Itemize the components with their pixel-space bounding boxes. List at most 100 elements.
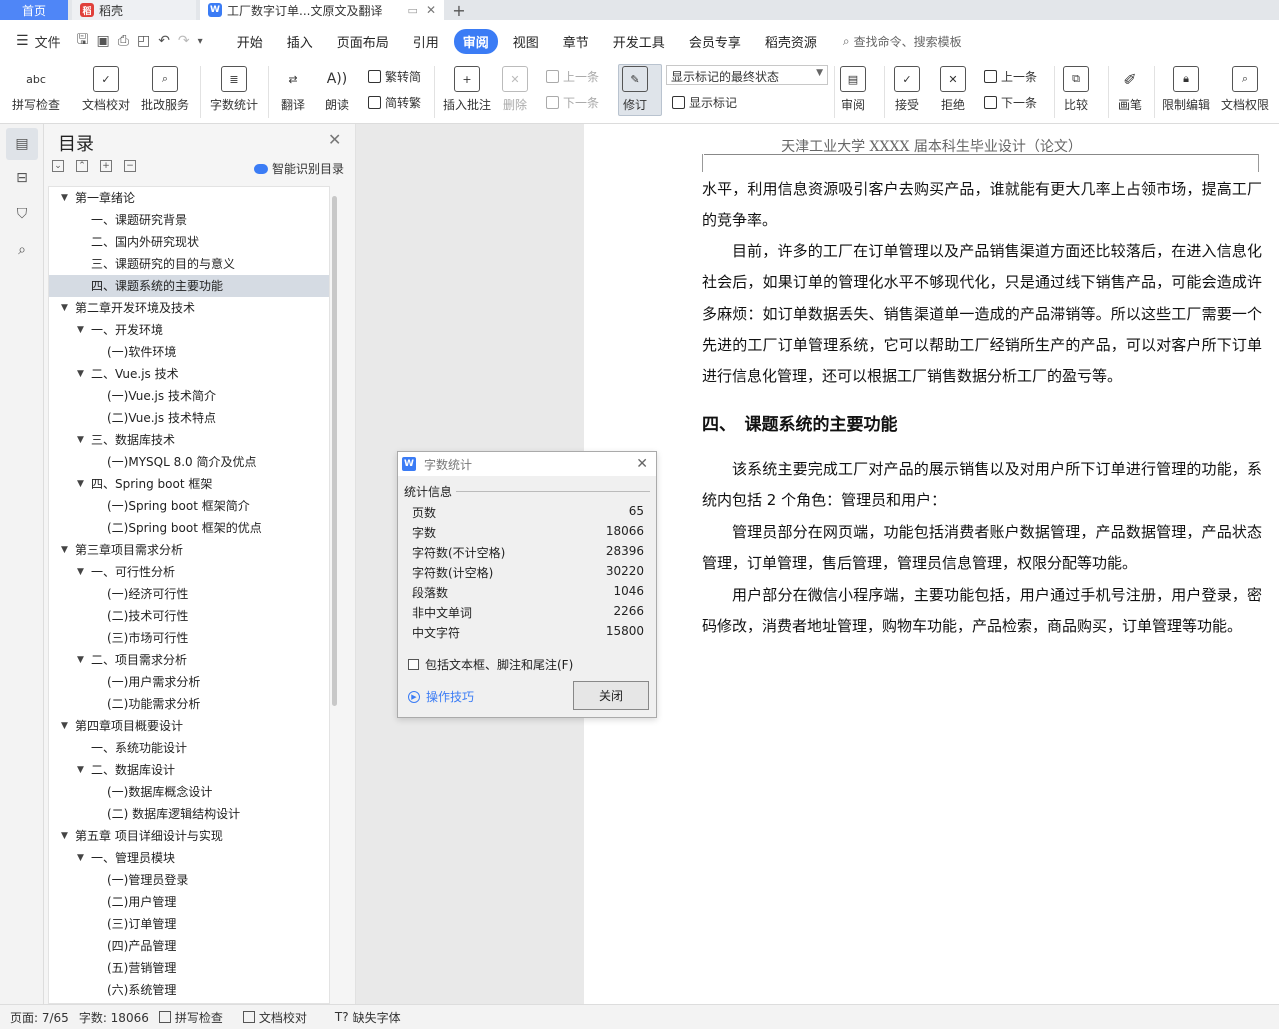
doc-check-button[interactable]: ✓ 文档校对	[82, 66, 130, 113]
toc-item[interactable]: ▼ 第三章项目需求分析	[49, 539, 329, 561]
doc-check-status[interactable]: 文档校对	[242, 1009, 307, 1026]
spell-check-button[interactable]: abc 拼写检查	[12, 66, 60, 113]
expand-all-icon[interactable]: +	[100, 160, 112, 172]
delete-comment-button[interactable]: ✕ 删除	[502, 66, 528, 113]
toc-item[interactable]: ▼ 第一章绪论	[49, 187, 329, 209]
prev-comment-button[interactable]: 上一条	[546, 68, 599, 85]
review-pane-button[interactable]: ▤ 审阅	[840, 66, 866, 113]
insert-comment-button[interactable]: + 插入批注	[443, 66, 491, 113]
close-icon[interactable]: ✕	[426, 3, 436, 17]
tab-document[interactable]: W 工厂数字订单...文原文及翻译 ▭ ✕	[200, 0, 444, 20]
chapter-nav-icon[interactable]: ⊟	[12, 168, 32, 188]
print-preview-icon[interactable]: ◰	[137, 33, 150, 49]
spell-check-status[interactable]: 拼写检查	[158, 1009, 223, 1026]
simp-to-trad-button[interactable]: 简转繁	[368, 94, 421, 111]
include-textbox-checkbox[interactable]: 包括文本框、脚注和尾注(F)	[408, 656, 573, 673]
menu-insert[interactable]: 插入	[278, 29, 322, 54]
chevron-down-icon[interactable]: ▼	[77, 561, 84, 583]
toc-item[interactable]: (二)技术可行性	[49, 605, 329, 627]
chevron-down-icon[interactable]: ▼	[77, 847, 84, 869]
collapse-all-icon[interactable]: −	[124, 160, 136, 172]
toc-item[interactable]: (四)产品管理	[49, 935, 329, 957]
menu-member[interactable]: 会员专享	[680, 29, 750, 54]
chevron-down-icon[interactable]: ▼	[61, 715, 68, 737]
chevron-down-icon[interactable]: ▼	[77, 649, 84, 671]
tips-link[interactable]: ▶ 操作技巧	[408, 688, 474, 705]
translate-button[interactable]: ⇄ 翻译	[280, 66, 306, 113]
menu-start[interactable]: 开始	[228, 29, 272, 54]
undo-icon[interactable]: ↶	[158, 33, 170, 49]
window-icon[interactable]: ▭	[408, 4, 418, 17]
show-marks-button[interactable]: 显示标记	[672, 94, 737, 111]
toc-item[interactable]: (六)系统管理	[49, 979, 329, 1001]
word-count-button[interactable]: ≣ 字数统计	[210, 66, 258, 113]
chevron-down-icon[interactable]: ▼	[61, 297, 68, 319]
toc-item[interactable]: ▼ 二、项目需求分析	[49, 649, 329, 671]
toc-item[interactable]: ▼ 第四章项目概要设计	[49, 715, 329, 737]
toc-item[interactable]: (二)Spring boot 框架的优点	[49, 517, 329, 539]
toc-item[interactable]: (一)用户需求分析	[49, 671, 329, 693]
toc-item[interactable]: 三、课题研究的目的与意义	[49, 253, 329, 275]
accept-button[interactable]: ✓ 接受	[894, 66, 920, 113]
toc-item[interactable]: (五)营销管理	[49, 957, 329, 979]
toc-item[interactable]: (一)管理员登录	[49, 869, 329, 891]
pen-button[interactable]: ✐ 画笔	[1117, 66, 1143, 113]
chevron-down-icon[interactable]: ▼	[61, 539, 68, 561]
checkbox[interactable]	[408, 659, 419, 670]
toc-item[interactable]: 四、课题系统的主要功能	[49, 275, 329, 297]
menu-chapter[interactable]: 章节	[554, 29, 598, 54]
prev-change-button[interactable]: 上一条	[984, 68, 1037, 85]
track-changes-button[interactable]: ✎ 修订	[622, 66, 648, 113]
menu-review[interactable]: 审阅	[453, 28, 498, 54]
menu-devtools[interactable]: 开发工具	[604, 29, 674, 54]
toc-item[interactable]: (二)用户管理	[49, 891, 329, 913]
tab-home[interactable]: 首页	[0, 0, 68, 20]
menu-reference[interactable]: 引用	[404, 29, 448, 54]
display-mode-select[interactable]: 显示标记的最终状态 ▼	[666, 65, 828, 85]
expand-down-icon[interactable]: ⌄	[52, 160, 64, 172]
toc-item[interactable]: (二)功能需求分析	[49, 693, 329, 715]
close-button[interactable]: 关闭	[573, 681, 649, 710]
page-indicator[interactable]: 页面: 7/65	[10, 1009, 69, 1026]
menu-daoke-resources[interactable]: 稻壳资源	[756, 29, 826, 54]
toc-item[interactable]: (一)MYSQL 8.0 简介及优点	[49, 451, 329, 473]
chevron-down-icon[interactable]: ▼	[77, 429, 84, 451]
chevron-down-icon[interactable]: ▼	[61, 187, 68, 209]
dialog-titlebar[interactable]: W 字数统计 ✕	[398, 452, 656, 476]
compare-button[interactable]: ⧉ 比较	[1063, 66, 1089, 113]
batch-service-button[interactable]: ⌕ 批改服务	[141, 66, 189, 113]
toc-item[interactable]: (一)数据库概念设计	[49, 781, 329, 803]
toc-item[interactable]: 一、系统功能设计	[49, 737, 329, 759]
toc-item[interactable]: ▼ 一、可行性分析	[49, 561, 329, 583]
toc-panel-icon[interactable]: ▤	[6, 128, 38, 160]
redo-icon[interactable]: ↷	[178, 33, 190, 49]
toc-item[interactable]: (一)经济可行性	[49, 583, 329, 605]
trad-to-simp-button[interactable]: 繁转简	[368, 68, 421, 85]
toc-item[interactable]: ▼ 二、数据库设计	[49, 759, 329, 781]
chevron-down-icon[interactable]: ▼	[77, 759, 84, 781]
close-icon[interactable]: ✕	[636, 456, 648, 472]
toc-item[interactable]: ▼ 第二章开发环境及技术	[49, 297, 329, 319]
collapse-up-icon[interactable]: ⌃	[76, 160, 88, 172]
read-aloud-button[interactable]: A)) 朗读	[324, 66, 350, 113]
customize-icon[interactable]: ▾	[198, 36, 203, 47]
reject-button[interactable]: ✕ 拒绝	[940, 66, 966, 113]
menu-view[interactable]: 视图	[504, 29, 548, 54]
print-icon[interactable]: ⎙	[118, 33, 129, 49]
toc-item[interactable]: ▼ 二、Vue.js 技术	[49, 363, 329, 385]
save-icon[interactable]: 🖫	[77, 29, 89, 53]
toc-item[interactable]: ▼ 一、管理员模块	[49, 847, 329, 869]
restrict-edit-button[interactable]: 🔒︎ 限制编辑	[1162, 66, 1210, 113]
command-search[interactable]: ⌕ 查找命令、搜索模板	[843, 33, 962, 50]
toc-item[interactable]: ▼ 一、开发环境	[49, 319, 329, 341]
search-icon[interactable]: ⌕	[12, 240, 32, 260]
file-menu[interactable]: ☰ 文件	[0, 32, 61, 51]
toc-scrollbar[interactable]	[332, 196, 337, 706]
next-change-button[interactable]: 下一条	[984, 94, 1037, 111]
toc-item[interactable]: ▼ 第五章 项目详细设计与实现	[49, 825, 329, 847]
document-page[interactable]: 天津工业大学 XXXX 届本科生毕业设计（论文） 水平，利用信息资源吸引客户去购…	[584, 124, 1279, 1004]
tab-daoke[interactable]: 稻 稻壳	[72, 0, 196, 20]
chevron-down-icon[interactable]: ▼	[77, 319, 84, 341]
toc-item[interactable]: (一)Spring boot 框架简介	[49, 495, 329, 517]
toc-item[interactable]: ▼ 三、数据库技术	[49, 429, 329, 451]
